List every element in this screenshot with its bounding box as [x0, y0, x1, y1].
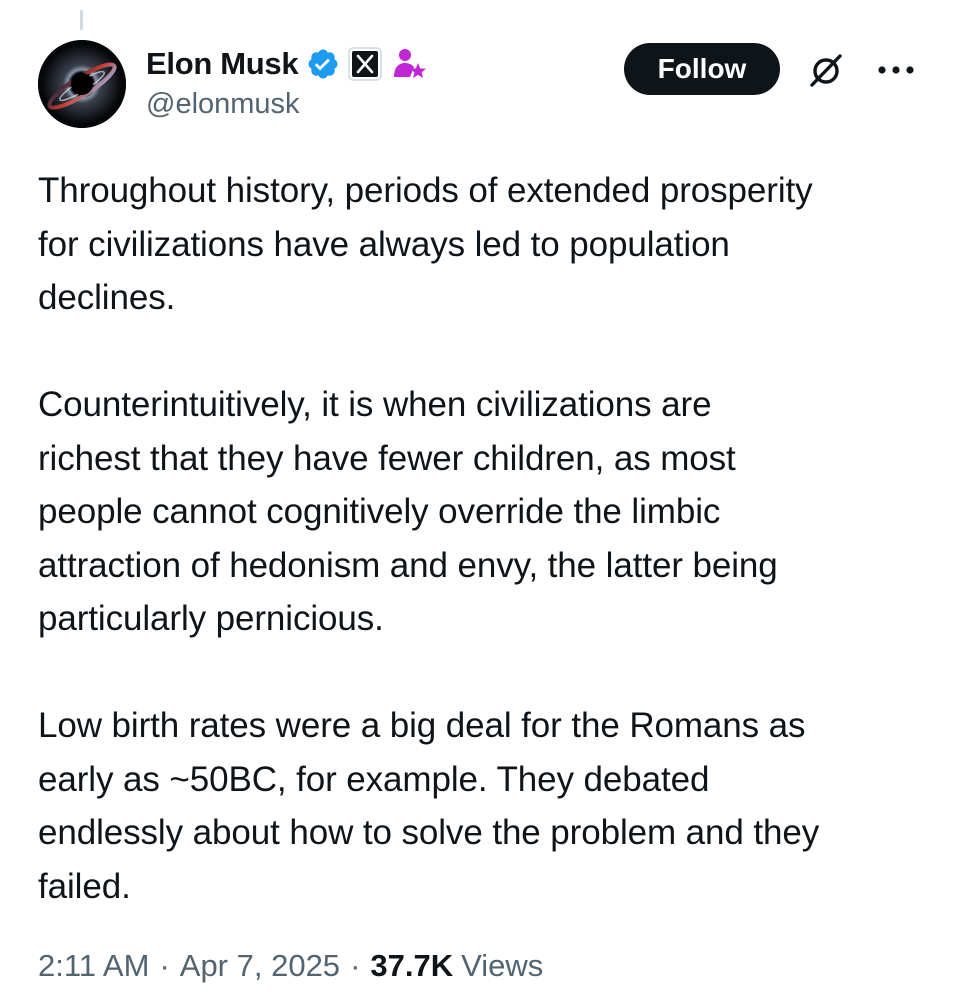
tweet-line: attraction of hedonism and envy, the lat… [38, 545, 778, 585]
black-hole-avatar-image [38, 40, 126, 128]
grok-button[interactable] [804, 48, 848, 92]
tweet-line: Throughout history, periods of extended … [38, 171, 813, 210]
tweet-line: particularly pernicious. [38, 599, 384, 638]
follow-button[interactable]: Follow [624, 43, 780, 95]
thread-connector-line [80, 10, 83, 30]
meta-separator: · [350, 948, 361, 983]
meta-separator: · [159, 948, 170, 983]
more-dots-icon [878, 66, 914, 74]
tweet-line: early as ~50BC, for example. They debate… [38, 759, 710, 799]
creator-star-icon[interactable] [390, 45, 428, 83]
avatar[interactable] [38, 40, 126, 128]
author-handle[interactable]: @elonmusk [146, 88, 300, 121]
tweet-line: failed. [38, 866, 131, 906]
tweet-date[interactable]: Apr 7, 2025 [180, 948, 340, 984]
verified-badge-icon[interactable] [306, 47, 340, 81]
x-affiliate-badge-icon[interactable] [348, 47, 383, 81]
tweet-line: declines. [38, 278, 176, 317]
tweet-line: Low birth rates were a big deal for the … [38, 706, 806, 745]
tweet-line: people cannot cognitively override the l… [38, 492, 721, 531]
tweet-body: Throughout history, periods of extended … [38, 164, 938, 913]
tweet-line: endlessly about how to solve the problem… [38, 813, 820, 852]
tweet-line: for civilizations have always led to pop… [38, 224, 730, 264]
author-name-row: Elon Musk [146, 44, 428, 84]
tweet-meta: 2:11 AM · Apr 7, 2025 · 37.7K Views [38, 948, 543, 984]
author-display-name[interactable]: Elon Musk [146, 46, 299, 82]
tweet-page: Elon Musk @elonmusk Follow Throughout hi… [0, 0, 956, 1000]
tweet-line: Counterintuitively, it is when civilizat… [38, 385, 712, 424]
tweet-line: richest that they have fewer children, a… [38, 438, 736, 478]
grok-icon [810, 54, 842, 87]
views-label: Views [461, 948, 544, 983]
more-options-button[interactable] [872, 52, 920, 88]
views-count[interactable]: 37.7K [370, 948, 453, 984]
tweet-time[interactable]: 2:11 AM [38, 948, 149, 984]
